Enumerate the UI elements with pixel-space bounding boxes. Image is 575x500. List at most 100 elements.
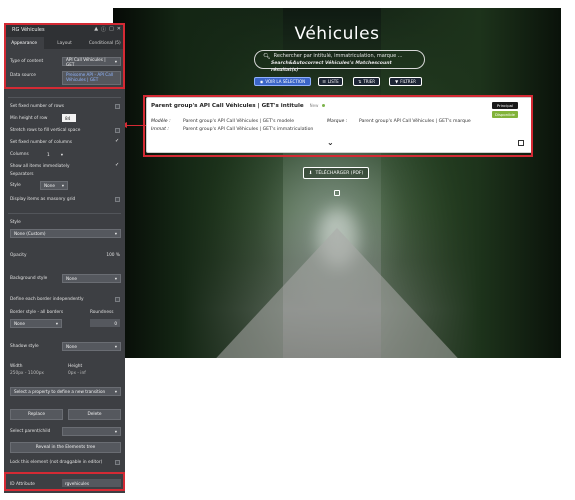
set-fixed-columns-label: Set fixed number of columns (10, 140, 72, 145)
set-fixed-rows-checkbox[interactable] (115, 104, 120, 109)
principal-badge: Principal (491, 102, 518, 109)
style-value: None (Custom) (14, 231, 46, 236)
style-section-label: Style (10, 220, 21, 225)
show-all-items-label: Show all items immediately (10, 164, 70, 169)
stretch-rows-checkbox[interactable] (115, 128, 120, 133)
editor-title: RG Véhicules (12, 27, 45, 33)
page-canvas: Véhicules 🔍︎ Rechercher par intitulé, im… (113, 8, 561, 358)
view-selection-label: VOIR LA SÉLECTION (265, 79, 306, 84)
sort-icon: ⇅ (357, 79, 362, 84)
define-borders-label: Define each border independently (10, 297, 84, 302)
download-pdf-button[interactable]: ⬇ TÉLÉCHARGER (PDF) (303, 167, 369, 179)
tab-appearance[interactable]: Appearance (4, 37, 45, 49)
search-placeholder: Rechercher par intitulé, immatriculation… (273, 53, 403, 59)
chevron-down-icon: ▾ (60, 152, 63, 157)
download-icon: ⬇ (308, 170, 313, 176)
type-of-content-select[interactable]: API Call Véhicules | GET ▾ (62, 56, 121, 67)
close-icon[interactable]: ✕ (117, 26, 121, 33)
id-attribute-input[interactable]: rgvehicules (62, 479, 121, 487)
tab-conditional[interactable]: Conditional (5) (85, 37, 125, 49)
list-button[interactable]: ☰ LISTE (318, 77, 343, 86)
masonry-checkbox[interactable] (115, 197, 120, 202)
chevron-down-icon: ▾ (114, 429, 117, 434)
search-input[interactable]: 🔍︎ Rechercher par intitulé, immatriculat… (254, 50, 425, 73)
editor-tools: ▲ ⓘ □ ✕ (94, 26, 121, 33)
search-icon: 🔍︎ (263, 53, 271, 60)
masonry-label: Display items as masonry grid (10, 197, 76, 202)
opacity-value[interactable]: 100 % (10, 253, 120, 258)
tab-layout[interactable]: Layout (44, 37, 84, 49)
delete-button[interactable]: Delete (68, 409, 121, 420)
show-all-items-checkmark-icon[interactable]: ✓ (115, 162, 119, 168)
vehicle-title-text: Parent group's API Call Véhicules | GET'… (151, 103, 304, 109)
expand-chevron-icon[interactable]: ⌄ (327, 138, 334, 147)
info-icon[interactable]: ⓘ (101, 26, 106, 33)
columns-select[interactable]: 1 ▾ (44, 150, 66, 159)
select-parent-select[interactable]: ▾ (62, 427, 121, 436)
data-source-value: Preisome API - API Call Véhicules | GET (66, 72, 114, 82)
sort-label: TRIER (363, 79, 376, 84)
select-checkbox[interactable] (518, 140, 524, 146)
shadow-style-value: None (66, 344, 77, 349)
background-style-value: None (66, 276, 77, 281)
separator-style-value: None (44, 183, 55, 188)
type-of-content-value: API Call Véhicules | GET (66, 56, 106, 67)
model-value: Parent group's API Call Véhicules | GET'… (183, 119, 295, 124)
replace-button[interactable]: Replace (10, 409, 63, 420)
bookmark-icon[interactable]: ▲ (94, 26, 98, 33)
chevron-down-icon: ▾ (114, 59, 117, 64)
vehicle-card[interactable]: Parent group's API Call Véhicules | GET'… (146, 97, 533, 153)
screenshot-root: Véhicules 🔍︎ Rechercher par intitulé, im… (0, 0, 575, 500)
search-results-count: Search&Autocorrect Véhicules's Matchesco… (271, 61, 392, 73)
chevron-down-icon: ▾ (61, 183, 64, 188)
height-label: Height (68, 364, 83, 369)
filter-button[interactable]: ▼ FILTRER (389, 77, 422, 86)
section-divider (8, 97, 121, 98)
sort-button[interactable]: ⇅ TRIER (353, 77, 380, 86)
style-select[interactable]: None (Custom) ▾ (10, 229, 121, 238)
pointer-arrow (121, 122, 146, 128)
roundness-input[interactable]: 0 (90, 319, 120, 327)
page-title: Véhicules (294, 24, 380, 44)
background-style-select[interactable]: None ▾ (62, 274, 121, 283)
set-fixed-rows-label: Set fixed number of rows (10, 104, 64, 109)
reveal-in-tree-button[interactable]: Reveal in the Elements tree (10, 442, 121, 453)
transition-placeholder: Select a property to define a new transi… (14, 389, 106, 394)
editor-title-bar: RG Véhicules ▲ ⓘ □ ✕ (4, 23, 125, 37)
editor-tabs: Appearance Layout Conditional (5) (4, 37, 125, 49)
model-label: Modèle : (151, 119, 171, 124)
plate-value: Parent group's API Call Véhicules | GET'… (183, 127, 314, 132)
chevron-down-icon: ▾ (114, 344, 117, 349)
separators-label: Separators (10, 172, 34, 177)
shadow-style-select[interactable]: None ▾ (62, 342, 121, 351)
chevron-down-icon: ▾ (114, 389, 117, 394)
min-height-input[interactable]: 84 (62, 114, 76, 122)
separator-style-select[interactable]: None ▾ (40, 181, 68, 190)
eye-icon: ◉ (259, 79, 264, 84)
property-editor: RG Véhicules ▲ ⓘ □ ✕ Appearance Layout C… (4, 23, 125, 493)
view-selection-button[interactable]: ◉ VOIR LA SÉLECTION (254, 77, 311, 86)
chevron-down-icon: ▾ (55, 321, 58, 326)
border-style-select[interactable]: None ▾ (10, 319, 62, 328)
define-borders-checkbox[interactable] (115, 297, 120, 302)
lock-element-checkbox[interactable] (115, 460, 120, 465)
comment-icon[interactable]: □ (109, 26, 114, 33)
transition-select[interactable]: Select a property to define a new transi… (10, 387, 121, 396)
list-icon: ☰ (322, 79, 326, 84)
chevron-down-icon: ▾ (114, 231, 117, 236)
height-value: 0px - inf (68, 371, 86, 376)
border-style-value: None (14, 321, 25, 326)
brand-label: Marque : (327, 119, 348, 124)
select-all-checkbox[interactable] (334, 190, 340, 196)
set-fixed-columns-checkmark-icon[interactable]: ✓ (115, 138, 119, 144)
data-source-field[interactable]: Preisome API - API Call Véhicules | GET (62, 71, 121, 85)
brand-value: Parent group's API Call Véhicules | GET'… (359, 119, 471, 124)
available-badge: Disponible (492, 111, 518, 118)
filter-label: FILTRER (400, 79, 416, 84)
status-dot-icon (322, 104, 326, 107)
list-label: LISTE (327, 79, 339, 84)
columns-label: Columns (10, 152, 29, 157)
roundness-label: Roundness (90, 310, 114, 315)
new-badge: New (309, 103, 319, 108)
vehicle-title: Parent group's API Call Véhicules | GET'… (151, 103, 326, 109)
